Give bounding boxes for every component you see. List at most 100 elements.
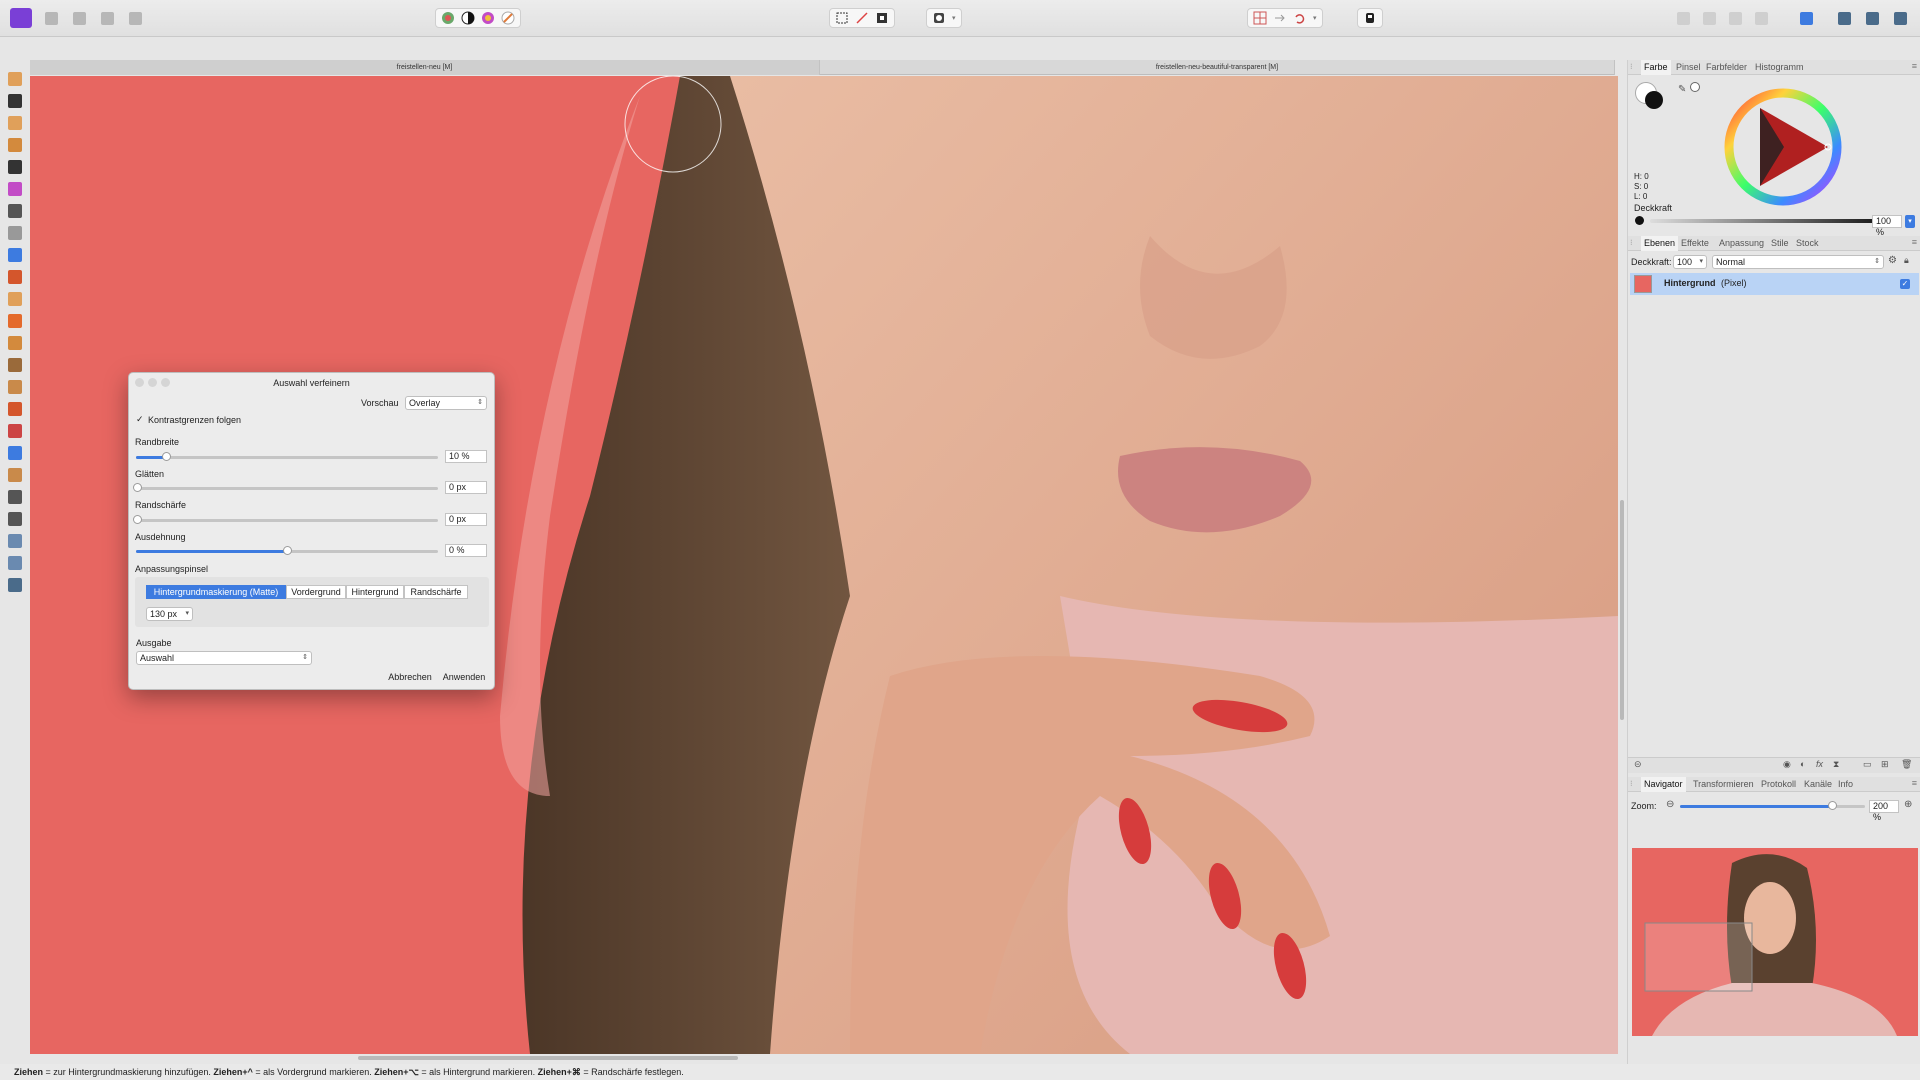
color-picker-tool-icon[interactable] <box>8 116 22 130</box>
erase-brush-tool-icon[interactable] <box>8 292 22 306</box>
lock-icon[interactable]: 🔒︎ <box>1904 255 1909 266</box>
invert-selection-icon[interactable] <box>875 11 889 25</box>
brush-size-select[interactable]: 130 px ▾ <box>146 607 193 621</box>
tab-navigator[interactable]: Navigator <box>1641 777 1686 792</box>
rectangle-tool-icon[interactable] <box>8 446 22 460</box>
tab-history[interactable]: Protokoll <box>1758 777 1799 792</box>
border-width-slider[interactable] <box>136 452 438 461</box>
color-balance-icon[interactable] <box>481 11 495 25</box>
flood-select-tool-icon[interactable] <box>8 204 22 218</box>
preview-select[interactable]: Overlay ⇕ <box>405 396 487 410</box>
canvas-vertical-scrollbar[interactable] <box>1620 500 1624 720</box>
apply-button[interactable]: Anwenden <box>439 671 489 684</box>
app-logo-icon[interactable] <box>10 8 32 28</box>
node-tool-icon[interactable] <box>8 490 22 504</box>
tab-layers[interactable]: Ebenen <box>1641 236 1679 251</box>
crop-tool-icon[interactable] <box>8 160 22 174</box>
chevron-down-icon[interactable]: ▾ <box>1905 215 1915 228</box>
pen-tool-icon[interactable] <box>8 468 22 482</box>
panel-grip-icon[interactable]: ⁝ <box>1630 779 1633 788</box>
zoom-out-icon[interactable]: ⊖ <box>1666 799 1674 810</box>
slider-knob[interactable] <box>133 483 142 492</box>
slider-knob[interactable] <box>162 452 171 461</box>
boolean-add-icon[interactable] <box>1833 8 1855 28</box>
tab-info[interactable]: Info <box>1835 777 1856 792</box>
chevron-down-icon[interactable]: ▾ <box>952 14 956 22</box>
panel-grip-icon[interactable]: ⁝ <box>1630 238 1633 247</box>
rect-select-icon[interactable] <box>835 11 849 25</box>
persona-liquify-icon[interactable] <box>68 8 90 28</box>
ramp-slider[interactable] <box>136 546 438 555</box>
arrange-forward-icon[interactable] <box>1724 8 1746 28</box>
document-tab-2[interactable]: freistellen-neu-beautiful-transparent [M… <box>820 60 1615 75</box>
freehand-select-tool-icon[interactable] <box>8 248 22 262</box>
persona-photo-icon[interactable] <box>40 8 62 28</box>
marquee-tool-icon[interactable] <box>8 226 22 240</box>
arrange-front-icon[interactable] <box>1750 8 1772 28</box>
assistant-icon[interactable] <box>1363 11 1377 25</box>
snapping-icon[interactable] <box>1253 11 1267 25</box>
zoom-field[interactable]: 200 % <box>1869 800 1899 822</box>
output-select[interactable]: Auswahl ⇕ <box>136 651 312 665</box>
add-layer-icon[interactable]: ⊞ <box>1881 759 1889 770</box>
channels-icon[interactable]: ⊝ <box>1634 759 1642 770</box>
selection-brush-tool-icon[interactable] <box>8 182 22 196</box>
zoom-slider[interactable] <box>1680 801 1865 810</box>
trash-icon[interactable]: 🗑︎ <box>1901 759 1912 770</box>
tab-effects[interactable]: Effekte <box>1678 236 1712 251</box>
tab-channels[interactable]: Kanäle <box>1801 777 1835 792</box>
picked-color-swatch[interactable] <box>1690 82 1700 92</box>
panel-grip-icon[interactable]: ⁝ <box>1630 62 1633 71</box>
brush-mode-background[interactable]: Hintergrund <box>346 585 404 599</box>
panel-menu-icon[interactable]: ≡ <box>1912 61 1917 71</box>
zoom-tool-icon[interactable] <box>8 556 22 570</box>
hand-tool-icon[interactable] <box>8 72 22 86</box>
color-picker-icon[interactable]: ✎ <box>1678 84 1686 95</box>
color-wheel[interactable] <box>1724 88 1842 206</box>
panel-menu-icon[interactable]: ≡ <box>1912 778 1917 788</box>
layer-row[interactable]: Hintergrund (Pixel) ✓ <box>1630 273 1919 295</box>
contrast-icon[interactable] <box>461 11 475 25</box>
boolean-intersect-icon[interactable] <box>1889 8 1911 28</box>
align-icon[interactable] <box>1795 8 1817 28</box>
canvas-horizontal-scrollbar[interactable] <box>358 1056 738 1060</box>
opacity-field[interactable]: 100 % <box>1872 215 1902 237</box>
live-filter-icon[interactable]: ⧗ <box>1833 759 1839 770</box>
quick-mask-icon[interactable] <box>932 11 946 25</box>
undo-history-icon[interactable] <box>1293 11 1307 25</box>
document-tab-1[interactable]: freistellen-neu [M] <box>30 60 820 75</box>
move-tool-icon[interactable] <box>8 94 22 108</box>
brush-mode-foreground[interactable]: Vordergrund <box>286 585 346 599</box>
smooth-slider[interactable] <box>133 483 438 492</box>
brush-mode-feather[interactable]: Randschärfe <box>404 585 468 599</box>
cancel-button[interactable]: Abbrechen <box>385 671 435 684</box>
slider-knob[interactable] <box>133 515 142 524</box>
tab-swatches[interactable]: Farbfelder <box>1703 60 1750 75</box>
arrange-back-icon[interactable] <box>1672 8 1694 28</box>
clone-tool-icon[interactable] <box>8 336 22 350</box>
feather-field[interactable]: 0 px <box>445 513 487 526</box>
mesh-warp-tool-icon[interactable] <box>8 534 22 548</box>
slider-knob[interactable] <box>283 546 292 555</box>
blur-brush-tool-icon[interactable] <box>8 380 22 394</box>
follow-edges-checkmark-icon[interactable]: ✓ <box>136 414 144 425</box>
persona-develop-icon[interactable] <box>96 8 118 28</box>
tab-histogram[interactable]: Histogramm <box>1752 60 1807 75</box>
paint-mixer-tool-icon[interactable] <box>8 138 22 152</box>
white-balance-icon[interactable] <box>501 11 515 25</box>
navigator-preview[interactable] <box>1632 848 1918 1036</box>
red-eye-tool-icon[interactable] <box>8 424 22 438</box>
tab-styles[interactable]: Stile <box>1768 236 1792 251</box>
paint-brush-tool-icon[interactable] <box>8 270 22 284</box>
mask-icon[interactable]: ◉ <box>1783 759 1791 770</box>
tab-stock[interactable]: Stock <box>1793 236 1822 251</box>
persona-tonemapping-icon[interactable] <box>124 8 146 28</box>
tab-transform[interactable]: Transformieren <box>1690 777 1757 792</box>
border-width-field[interactable]: 10 % <box>445 450 487 463</box>
smooth-field[interactable]: 0 px <box>445 481 487 494</box>
slider-knob[interactable] <box>1828 801 1837 810</box>
arrange-backward-icon[interactable] <box>1698 8 1720 28</box>
navigator-viewport[interactable] <box>1644 922 1753 992</box>
boolean-subtract-icon[interactable] <box>1861 8 1883 28</box>
ramp-field[interactable]: 0 % <box>445 544 487 557</box>
